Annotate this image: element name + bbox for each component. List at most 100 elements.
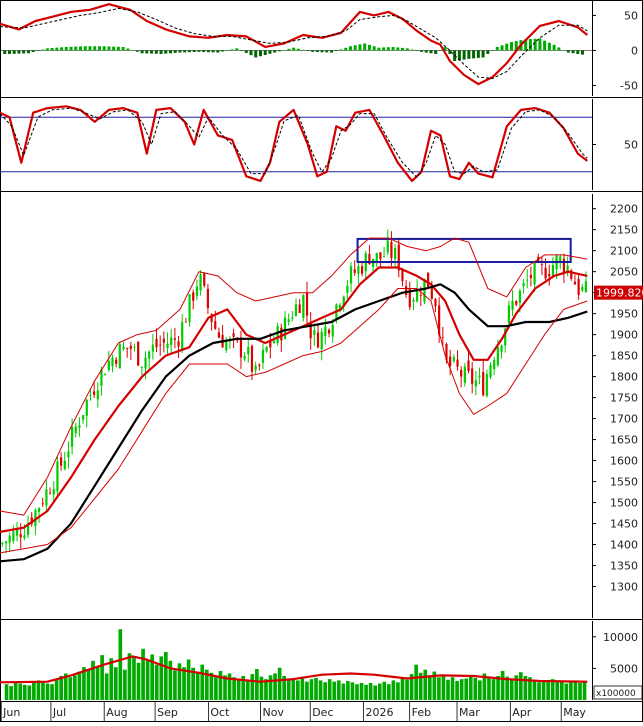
macd-histogram-bar [102,46,106,51]
candle-body [133,346,136,348]
stock-chart: -50 0 50 50 1300 1350 1400 1450 1500 1550 1600 1650… [0,0,643,722]
candle-body [320,331,323,350]
volume-bar [236,678,241,700]
macd-histogram-bar [301,49,305,51]
candle-body [82,415,85,420]
candle-body [74,426,77,434]
volume-bar [355,684,359,700]
volume-bar [68,677,73,700]
volume-bar [473,677,478,700]
volume-bar [382,681,387,700]
candle-body [214,321,217,329]
macd-histogram-bar [197,50,201,52]
candle-body [59,457,63,466]
volume-bar [391,680,396,700]
volume-bar [555,680,560,700]
macd-histogram-bar [17,50,21,54]
candle-body [423,278,426,302]
candle-body [485,373,488,396]
y-tick-label: 1500 [610,497,638,510]
candle-body [8,535,11,543]
candle-body [71,427,74,447]
macd-histogram-bar [500,45,504,51]
candle-body [276,325,279,343]
candle-body [327,329,331,334]
volume-bar [323,682,327,700]
volume-bar [277,667,282,700]
macd-histogram-bar [178,50,182,53]
candle-body [544,267,547,279]
candle-body [529,275,533,279]
volume-bar [127,653,132,700]
macd-histogram-bar [315,50,319,53]
volume-bar [123,669,127,700]
volume-bar [159,656,164,700]
volume-bar [296,680,300,700]
volume-bar [309,679,314,700]
candle-body [522,283,525,287]
volume-bar [59,675,63,700]
candle-body [104,374,107,376]
macd-histogram-bar [363,43,367,51]
macd-histogram-bar [60,47,64,51]
series-bb-upper [0,237,588,516]
volume-bar [559,681,564,700]
volume-bar [446,679,450,700]
candle-body [452,357,455,362]
macd-histogram-bar [566,50,570,53]
macd-histogram-bar [211,50,215,53]
candle-body [305,292,309,316]
volume-bar [468,675,473,700]
candle-body [460,369,463,377]
panel-macd: -50 0 50 [0,0,643,98]
candle-body [63,460,66,469]
candle-body [581,286,584,291]
macd-histogram-bar [55,47,59,51]
candle-body [427,272,430,290]
macd-histogram-bar [552,44,556,51]
macd-histogram-bar [334,50,338,51]
panel-volume: 5000 10000 x100000 [0,621,643,702]
volume-bar [13,682,18,700]
candle-body [188,294,191,323]
candle-body [467,360,470,371]
macd-histogram-bar [7,50,11,54]
macd-histogram-bar [112,46,116,51]
macd-histogram-bar [187,50,191,53]
volume-bar [27,685,32,700]
candle-body [250,345,254,372]
candle-body [232,333,235,337]
candle-body [280,327,283,341]
macd-histogram-bar [249,50,253,56]
candle-body [115,359,118,364]
macd-histogram-bar [571,50,575,54]
macd-histogram-bar [36,50,40,51]
volume-bar [164,651,168,700]
y-tick-label: 1900 [610,329,638,342]
volume-bar [478,680,482,700]
x-tick-label: Oct [210,706,230,719]
volume-bar [200,664,205,700]
macd-histogram-bar [126,48,130,51]
candle-body [199,274,202,291]
panel-stochastic: 50 [0,99,643,192]
volume-bar [368,682,373,700]
candle-body [507,305,510,323]
macd-histogram-bar [159,50,163,54]
candle-body [577,278,580,296]
candle-body [4,541,8,543]
candle-body [111,357,114,367]
candle-body [493,360,496,370]
last-price-label: 1999.820 [596,287,643,300]
x-tick-label: Apr [512,706,532,719]
series-ma-short [0,266,588,533]
volume-bar [54,679,59,700]
candle-body [291,317,294,319]
candle-body [140,366,143,368]
volume-bar [232,677,236,700]
macd-histogram-bar [344,47,348,51]
candle-body [170,337,173,346]
macd-histogram-bar [173,50,177,53]
macd-histogram-bar [292,47,296,51]
macd-histogram-bar [216,50,220,53]
